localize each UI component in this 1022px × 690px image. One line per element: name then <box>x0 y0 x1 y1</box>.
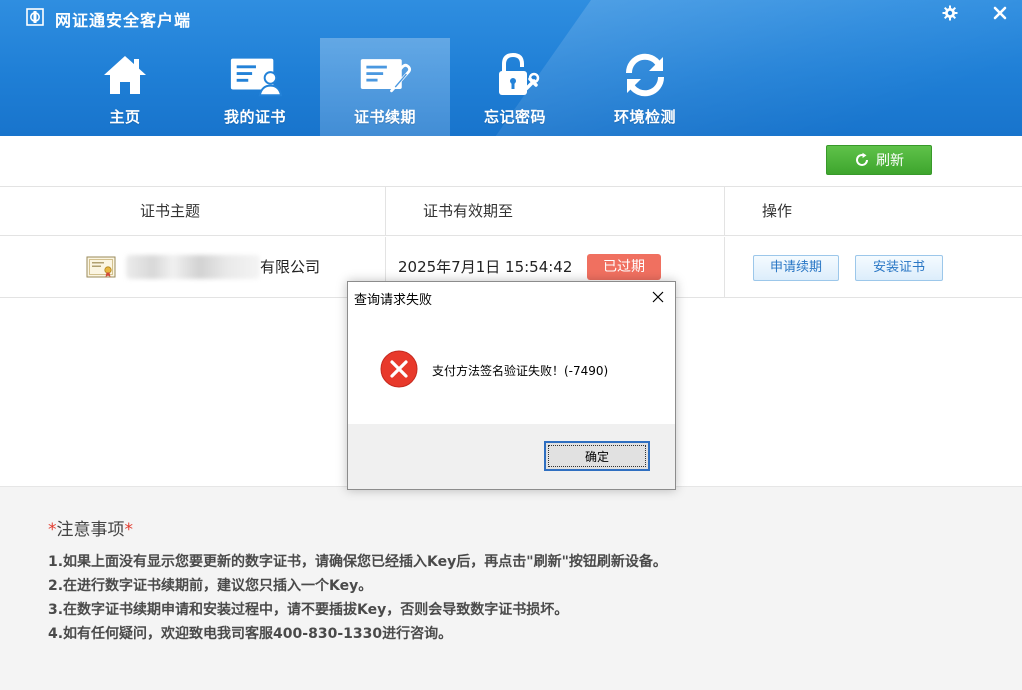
settings-button[interactable] <box>932 0 968 26</box>
nav-home-label: 主页 <box>109 108 141 126</box>
certificate-icon <box>86 256 116 278</box>
note-line: 1.如果上面没有显示您要更新的数字证书，请确保您已经插入Key后，再点击"刷新"… <box>48 554 667 570</box>
dialog-body: 支付方法签名验证失败！(-7490) <box>348 312 675 424</box>
column-divider <box>385 187 386 235</box>
ok-button-label: 确定 <box>584 449 609 464</box>
error-dialog: 查询请求失败 支付方法签名验证失败！(-7490) 确定 <box>347 281 676 490</box>
note-line: 2.在进行数字证书续期前，建议您只插入一个Key。 <box>48 578 373 594</box>
my-certificate-icon <box>228 50 282 100</box>
nav-my-certificate-label: 我的证书 <box>223 108 286 126</box>
forgot-password-icon <box>488 50 542 100</box>
notes-title-text: 注意事项 <box>56 520 125 540</box>
refresh-label: 刷新 <box>876 153 904 169</box>
ok-button[interactable]: 确定 <box>544 441 650 471</box>
apply-renewal-button[interactable]: 申请续期 <box>753 255 839 281</box>
install-certificate-button[interactable]: 安装证书 <box>855 255 943 281</box>
app-header: 网证通安全客户端 主页 我的证书 证书续期 忘记密码 环境检测 <box>0 0 1022 136</box>
nav-forgot-password-label: 忘记密码 <box>483 108 546 126</box>
column-divider <box>724 237 725 297</box>
column-divider <box>724 187 725 235</box>
nav-my-certificate[interactable]: 我的证书 <box>190 38 320 136</box>
dialog-message: 支付方法签名验证失败！(-7490) <box>432 364 609 378</box>
note-line: 3.在数字证书续期申请和安装过程中，请不要插拔Key，否则会导致数字证书损坏。 <box>48 602 569 618</box>
notes-title: *注意事项* <box>48 515 133 540</box>
certificate-subject: 有限公司 <box>260 258 321 276</box>
environment-check-icon <box>618 50 672 100</box>
nav-environment-check-label: 环境检测 <box>613 108 676 126</box>
notes-star: * <box>124 520 134 540</box>
refresh-icon <box>856 152 868 166</box>
nav-certificate-renew-label: 证书续期 <box>353 108 416 126</box>
status-badge: 已过期 <box>587 254 661 280</box>
window-close-button[interactable] <box>982 0 1018 26</box>
gear-icon <box>942 5 958 21</box>
redacted-subject <box>126 255 260 279</box>
title-bar: 网证通安全客户端 <box>0 0 1022 34</box>
app-title: 网证通安全客户端 <box>55 11 192 30</box>
nav-environment-check[interactable]: 环境检测 <box>580 38 710 136</box>
home-icon <box>98 50 152 100</box>
certificate-expiry: 2025年7月1日 15:54:42 <box>398 258 573 276</box>
notes-star: * <box>48 520 57 540</box>
header-actions: 操作 <box>762 202 793 220</box>
notes-panel: *注意事项* 1.如果上面没有显示您要更新的数字证书，请确保您已经插入Key后，… <box>0 486 1022 690</box>
nav-forgot-password[interactable]: 忘记密码 <box>450 38 580 136</box>
app-logo-icon <box>26 8 44 26</box>
dialog-close-button[interactable] <box>647 286 669 308</box>
refresh-button[interactable]: 刷新 <box>826 145 932 175</box>
nav-home[interactable]: 主页 <box>60 38 190 136</box>
note-line: 4.如有任何疑问，欢迎致电我司客服400-830-1330进行咨询。 <box>48 626 453 642</box>
close-icon <box>993 6 1007 20</box>
header-subject: 证书主题 <box>140 202 201 220</box>
main-nav: 主页 我的证书 证书续期 忘记密码 环境检测 <box>60 38 710 136</box>
table-header: 证书主题 证书有效期至 操作 <box>0 186 1022 236</box>
close-icon <box>652 291 664 303</box>
certificate-renew-icon <box>358 50 412 100</box>
header-expiry: 证书有效期至 <box>423 202 514 220</box>
error-icon <box>380 350 418 388</box>
dialog-titlebar: 查询请求失败 <box>348 282 675 312</box>
dialog-title: 查询请求失败 <box>354 293 433 308</box>
nav-certificate-renew[interactable]: 证书续期 <box>320 38 450 136</box>
